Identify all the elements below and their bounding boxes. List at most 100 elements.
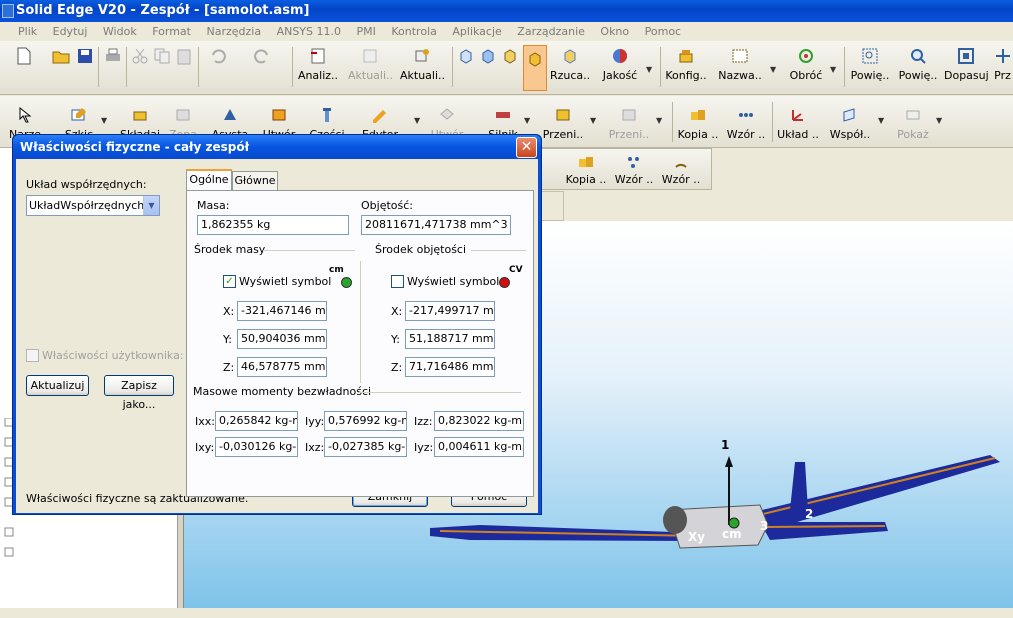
view-shaded-button[interactable] [500, 47, 520, 69]
copy-part-2-button[interactable]: Kopia .. [565, 153, 607, 186]
move-button[interactable]: Przeni.. [542, 106, 584, 141]
menu-manage[interactable]: Zarządzanie [511, 22, 591, 41]
view-front-button[interactable] [478, 47, 498, 69]
com-x-field[interactable]: -321,467146 mm [237, 301, 327, 321]
show-button[interactable]: Pokaż [894, 106, 932, 141]
rotate-button[interactable]: Obróć [786, 47, 826, 82]
redo-button[interactable] [250, 47, 274, 69]
chevron-down-icon[interactable]: ▼ [143, 196, 159, 215]
move-disabled-button[interactable]: Przeni.. [608, 106, 650, 141]
plane-icon [843, 108, 855, 122]
com-y-field[interactable]: 50,904036 mm [237, 329, 327, 349]
menu-tools[interactable]: Narzędzia [200, 22, 267, 41]
coord-system-button[interactable]: Układ .. [776, 106, 820, 141]
create-part-icon [272, 109, 286, 121]
update-button[interactable]: Aktuali.. [400, 47, 445, 82]
cov-show-symbol-label: Wyświetl symbol [407, 275, 500, 288]
quality-button[interactable]: Jakość [600, 47, 640, 82]
paste-button[interactable] [174, 47, 194, 69]
iyz-field[interactable]: 0,004611 kg-m^2 [434, 437, 524, 457]
pattern-2-button[interactable]: Wzór .. [613, 153, 655, 186]
globe-icon [613, 49, 627, 63]
move-dropdown-icon[interactable]: ▼ [590, 116, 596, 125]
quality-dropdown-icon[interactable]: ▼ [646, 65, 652, 74]
user-props-checkbox[interactable] [26, 349, 39, 362]
more-button[interactable]: Prz [992, 47, 1013, 82]
volume-field[interactable]: 20811671,471738 mm^3 [361, 215, 511, 235]
zoom-area-button[interactable]: Powię.. [848, 47, 892, 82]
menu-ansys[interactable]: ANSYS 11.0 [271, 22, 347, 41]
menu-edit[interactable]: Edytuj [47, 22, 94, 41]
print-button[interactable] [102, 47, 124, 69]
ixz-field[interactable]: -0,027385 kg-m [324, 437, 407, 457]
pattern-3-button[interactable]: Wzór .. [659, 153, 703, 186]
move-icon [556, 109, 570, 121]
com-z-field[interactable]: 46,578775 mm [237, 357, 327, 377]
editor-icon [373, 110, 386, 123]
cube-shaded-icon [529, 52, 541, 67]
open-button[interactable] [50, 47, 72, 69]
menu-pmi[interactable]: PMI [351, 22, 382, 41]
config-button[interactable]: Konfig.. [664, 47, 708, 82]
zoom-button[interactable]: Powię.. [896, 47, 940, 82]
coord-plane-button[interactable]: Współ.. [828, 106, 872, 141]
analyze-button[interactable]: Analiz.. [296, 47, 340, 82]
printer-icon [106, 48, 120, 61]
bolt-icon [323, 108, 331, 122]
name-dropdown-icon[interactable]: ▼ [770, 65, 776, 74]
save-button[interactable] [74, 47, 96, 69]
ixy-field[interactable]: -0,030126 kg-m [215, 437, 298, 457]
cut-button[interactable] [130, 47, 150, 69]
cov-x-label: X: [391, 305, 403, 318]
view-shaded-active-button[interactable] [523, 45, 547, 91]
cast-button[interactable]: Rzuca.. [550, 47, 590, 82]
cov-z-field[interactable]: 71,716486 mm [405, 357, 495, 377]
coord-plane-dropdown-icon[interactable]: ▼ [878, 116, 884, 125]
iyz-label: Iyz: [414, 441, 434, 454]
quality-label: Jakość [602, 69, 638, 82]
rotate-icon [799, 49, 813, 63]
menu-window[interactable]: Okno [594, 22, 635, 41]
build-disabled-icon [440, 108, 454, 120]
copy-button[interactable] [152, 47, 172, 69]
pattern-3-label: Wzór .. [661, 173, 701, 186]
ixx-field[interactable]: 0,265842 kg-m^ [215, 411, 298, 431]
mass-field[interactable]: 1,862355 kg [197, 215, 349, 235]
editor-dropdown-icon[interactable]: ▼ [414, 116, 420, 125]
copy-part-button[interactable]: Kopia .. [676, 106, 720, 141]
show-dropdown-icon[interactable]: ▼ [936, 116, 942, 125]
cov-x-field[interactable]: -217,499717 mm [405, 301, 495, 321]
menu-applications[interactable]: Aplikacje [446, 22, 507, 41]
pattern-button[interactable]: Wzór .. [724, 106, 768, 141]
menu-inspect[interactable]: Kontrola [385, 22, 443, 41]
iyy-field[interactable]: 0,576992 kg-m^ [324, 411, 407, 431]
menu-help[interactable]: Pomoc [639, 22, 687, 41]
com-show-symbol-checkbox[interactable]: ✓ [223, 275, 236, 288]
save-as-button[interactable]: Zapisz jako... [104, 375, 174, 411]
update-button[interactable]: Aktualizuj [26, 375, 89, 396]
rotate-dropdown-icon[interactable]: ▼ [830, 65, 836, 74]
dialog-close-button[interactable]: ✕ [516, 137, 537, 158]
new-button[interactable] [12, 47, 36, 69]
cov-show-symbol-checkbox[interactable] [391, 275, 404, 288]
cov-y-label: Y: [391, 333, 400, 346]
undo-button[interactable] [206, 47, 230, 69]
cov-y-field[interactable]: 51,188717 mm [405, 329, 495, 349]
sketch-dropdown-icon[interactable]: ▼ [101, 116, 107, 125]
izz-field[interactable]: 0,823022 kg-m^2 [434, 411, 524, 431]
copy-icon [154, 48, 170, 64]
name-button[interactable]: Nazwa.. [716, 47, 764, 82]
view-iso-button[interactable] [456, 47, 476, 69]
floating-toolbar: Kopia .. Wzór .. Wzór .. [540, 148, 712, 190]
engine-dropdown-icon[interactable]: ▼ [524, 116, 530, 125]
move-disabled-dropdown-icon[interactable]: ▼ [656, 116, 662, 125]
update-disabled-button[interactable]: Aktuali.. [348, 47, 393, 82]
tab-general[interactable]: Ogólne [186, 169, 232, 190]
menu-format[interactable]: Format [146, 22, 197, 41]
pan-icon [995, 49, 1010, 63]
menu-file[interactable]: Plik [12, 22, 43, 41]
tab-principal[interactable]: Główne [232, 171, 278, 190]
coord-system-select[interactable]: UkładWspółrzędnych_ ▼ [26, 195, 160, 216]
fit-button[interactable]: Dopasuj [944, 47, 989, 82]
menu-view[interactable]: Widok [97, 22, 143, 41]
